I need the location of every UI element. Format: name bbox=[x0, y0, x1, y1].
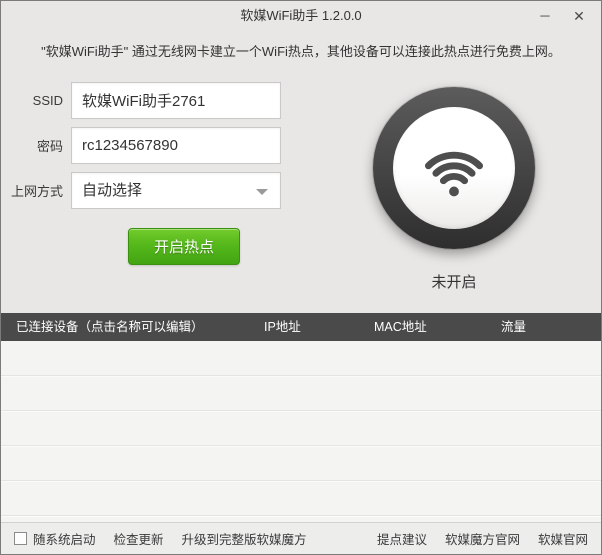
connected-devices-header: 已连接设备（点击名称可以编辑） IP地址 MAC地址 流量 bbox=[1, 313, 601, 341]
password-row: 密码 bbox=[1, 127, 281, 164]
wifi-status-inner bbox=[393, 107, 515, 229]
autostart-label: 随系统启动 bbox=[33, 533, 96, 547]
official-site-link[interactable]: 软媒官网 bbox=[538, 529, 588, 548]
check-update-link[interactable]: 检查更新 bbox=[114, 529, 164, 548]
password-input[interactable] bbox=[71, 127, 281, 164]
mofang-site-link[interactable]: 软媒魔方官网 bbox=[445, 529, 520, 548]
column-device: 已连接设备（点击名称可以编辑） bbox=[16, 320, 204, 334]
column-mac: MAC地址 bbox=[374, 320, 427, 334]
table-row bbox=[1, 446, 601, 481]
column-traffic: 流量 bbox=[501, 320, 527, 334]
app-description: "软媒WiFi助手" 通过无线网卡建立一个WiFi热点，其他设备可以连接此热点进… bbox=[41, 44, 561, 59]
footer-bar: 随系统启动 检查更新 升级到完整版软媒魔方 提点建议 软媒魔方官网 软媒官网 bbox=[1, 522, 601, 554]
mode-selected-value: 自动选择 bbox=[82, 182, 143, 199]
window-title: 软媒WiFi助手 1.2.0.0 bbox=[240, 8, 362, 23]
table-row bbox=[1, 481, 601, 516]
ssid-input[interactable] bbox=[71, 82, 281, 119]
feedback-link[interactable]: 提点建议 bbox=[377, 529, 427, 548]
start-hotspot-button[interactable]: 开启热点 bbox=[128, 228, 240, 265]
footer-right-links: 提点建议 软媒魔方官网 软媒官网 bbox=[377, 529, 588, 548]
table-row bbox=[1, 376, 601, 411]
mode-row: 上网方式 自动选择 bbox=[1, 172, 281, 209]
checkbox-unchecked-icon[interactable] bbox=[14, 532, 27, 545]
wifi-icon bbox=[424, 151, 484, 197]
ssid-row: SSID bbox=[1, 82, 281, 119]
password-label: 密码 bbox=[36, 139, 63, 154]
app-window: 软媒WiFi助手 1.2.0.0 ─ ✕ "软媒WiFi助手" 通过无线网卡建立… bbox=[0, 0, 602, 555]
upgrade-link[interactable]: 升级到完整版软媒魔方 bbox=[182, 529, 307, 548]
close-icon[interactable]: ✕ bbox=[565, 3, 593, 29]
minimize-icon[interactable]: ─ bbox=[531, 3, 559, 29]
titlebar: 软媒WiFi助手 1.2.0.0 ─ ✕ bbox=[1, 1, 601, 31]
wifi-status-ring bbox=[373, 87, 535, 249]
table-row bbox=[1, 341, 601, 376]
table-row bbox=[1, 411, 601, 446]
autostart-toggle[interactable]: 随系统启动 bbox=[14, 529, 96, 548]
column-ip: IP地址 bbox=[264, 320, 301, 334]
mode-label: 上网方式 bbox=[10, 184, 63, 199]
ssid-label: SSID bbox=[32, 93, 63, 108]
hotspot-status-area: 未开启 bbox=[373, 87, 535, 292]
connected-devices-table bbox=[1, 341, 601, 524]
status-badge: 未开启 bbox=[431, 274, 477, 291]
chevron-down-icon bbox=[256, 189, 268, 195]
mode-select[interactable]: 自动选择 bbox=[71, 172, 281, 209]
